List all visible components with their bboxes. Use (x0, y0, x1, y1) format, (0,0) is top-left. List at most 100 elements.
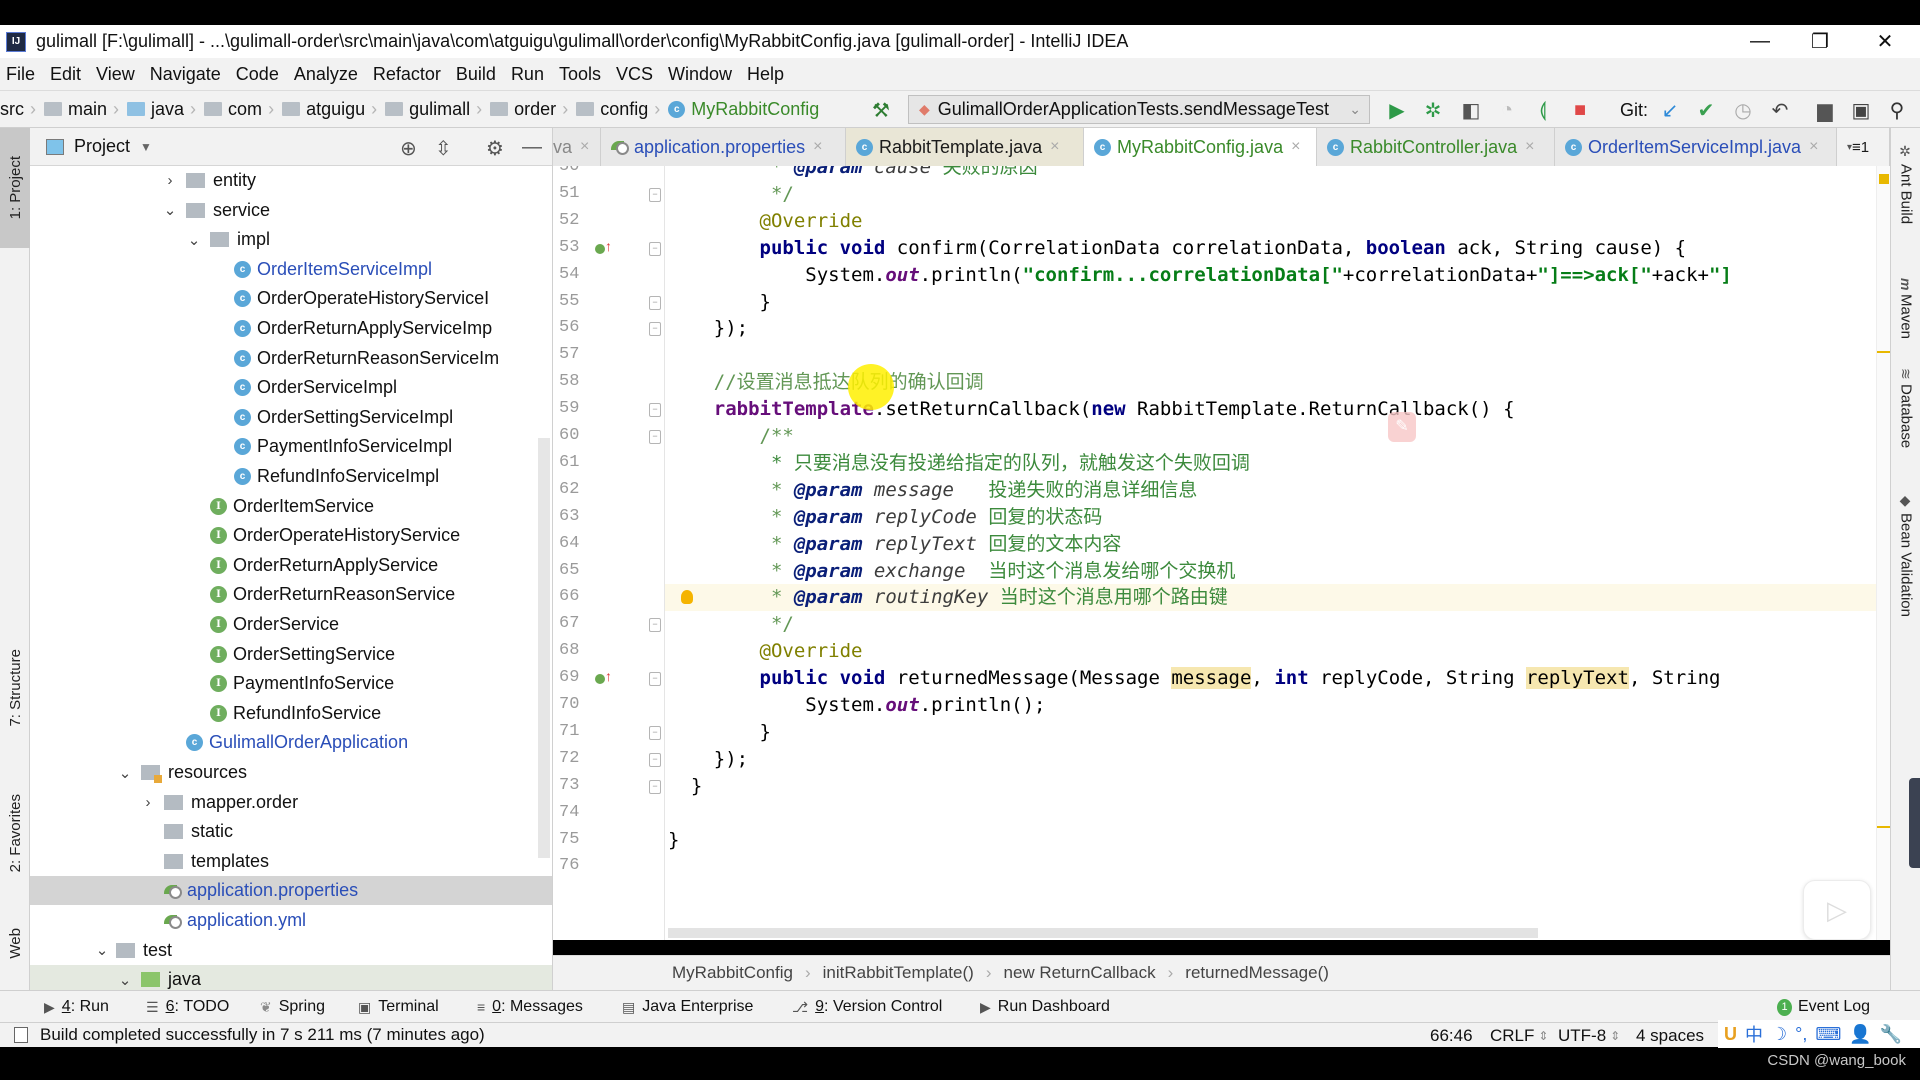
ime-keyboard-icon[interactable]: ⌨ (1815, 1024, 1841, 1045)
tree-item[interactable]: › entity (30, 166, 552, 195)
tool-window-terminal[interactable]: ▣ Terminal (358, 991, 439, 1023)
breadcrumb-com[interactable]: com (228, 99, 262, 120)
gear-icon[interactable]: ⚙ (486, 136, 504, 161)
tab-application-properties[interactable]: application.properties × (601, 128, 846, 166)
line-number[interactable]: 72 (559, 749, 589, 768)
code-line[interactable]: */ (553, 181, 1890, 208)
line-number[interactable]: 75 (559, 830, 589, 849)
tabs-overflow-button[interactable]: ▾ ≡1 (1837, 128, 1890, 166)
line-number[interactable]: 69 (559, 668, 589, 687)
run-anything-icon[interactable]: ▣ (1848, 97, 1874, 123)
close-icon[interactable]: × (1291, 138, 1300, 156)
tool-tab-project[interactable]: 1: Project (0, 128, 30, 248)
tool-tab-maven[interactable]: m Maven (1891, 278, 1920, 339)
git-commit-icon[interactable]: ✔ (1693, 97, 1719, 123)
locate-file-icon[interactable]: ⊕ (400, 136, 417, 161)
tree-item[interactable]: application.yml (30, 906, 552, 935)
tree-item[interactable]: I OrderService (30, 610, 552, 639)
close-icon[interactable]: × (1809, 138, 1818, 156)
code-line[interactable]: //设置消息抵达队列的确认回调 (553, 369, 1890, 396)
chevron-down-icon[interactable]: ⌄ (117, 764, 133, 782)
chevron-down-icon[interactable]: ⌄ (94, 941, 110, 959)
tree-item[interactable]: c PaymentInfoServiceImpl (30, 432, 552, 461)
menu-file[interactable]: File (6, 64, 35, 85)
debug-icon[interactable]: ✲ (1420, 97, 1446, 123)
chevron-down-icon[interactable]: ⌄ (162, 201, 178, 219)
menu-window[interactable]: Window (668, 64, 732, 85)
line-number[interactable]: 68 (559, 641, 589, 660)
breadcrumb-config[interactable]: config (600, 99, 648, 120)
breadcrumb-java[interactable]: java (151, 99, 184, 120)
git-update-icon[interactable]: ↙ (1657, 97, 1683, 123)
menu-vcs[interactable]: VCS (616, 64, 653, 85)
fold-toggle-icon[interactable]: − (649, 241, 661, 256)
code-line[interactable]: public void returnedMessage(Message mess… (553, 665, 1890, 692)
close-icon[interactable]: × (1050, 138, 1059, 156)
code-line[interactable]: * 只要消息没有投递给指定的队列，就触发这个失败回调 (553, 450, 1890, 477)
editor-scrollbar[interactable] (1876, 166, 1890, 940)
tool-tab-structure[interactable]: 7: Structure (0, 628, 30, 748)
tree-item[interactable]: I RefundInfoService (30, 699, 552, 728)
status-message[interactable]: Build completed successfully in 7 s 211 … (40, 1025, 485, 1045)
code-line[interactable]: * @param routingKey 当时这个消息用哪个路由键 (553, 584, 1890, 612)
fold-toggle-icon[interactable]: − (649, 322, 661, 337)
tool-window-version-control[interactable]: ⎇ 9: Version Control (792, 991, 942, 1023)
menu-refactor[interactable]: Refactor (373, 64, 441, 85)
line-number[interactable]: 70 (559, 695, 589, 714)
line-number[interactable]: 76 (559, 856, 589, 875)
fold-toggle-icon[interactable]: − (649, 672, 661, 687)
line-number[interactable]: 71 (559, 722, 589, 741)
line-number[interactable]: 53 (559, 238, 589, 257)
line-number[interactable]: 51 (559, 184, 589, 203)
tree-item[interactable]: templates (30, 847, 552, 876)
tree-item[interactable]: ⌄ service (30, 196, 552, 225)
tree-item[interactable]: c OrderOperateHistoryServiceI (30, 284, 552, 313)
implements-method-icon[interactable] (595, 668, 612, 685)
close-button[interactable]: ✕ (1855, 25, 1915, 58)
tree-item[interactable]: ⌄ resources (30, 758, 552, 787)
fold-toggle-icon[interactable]: − (649, 187, 661, 202)
code-line[interactable] (553, 853, 1890, 880)
menu-view[interactable]: View (96, 64, 135, 85)
build-hammer-icon[interactable]: ⚒ (868, 97, 894, 123)
tree-item[interactable]: I OrderSettingService (30, 640, 552, 669)
chevron-down-icon[interactable]: ⌄ (186, 231, 202, 249)
tree-item[interactable]: I OrderItemService (30, 492, 552, 521)
stop-icon[interactable]: ■ (1567, 97, 1593, 123)
line-number[interactable]: 64 (559, 534, 589, 553)
git-history-icon[interactable]: ◷ (1730, 97, 1756, 123)
line-number[interactable]: 74 (559, 803, 589, 822)
maximize-button[interactable]: ❐ (1790, 25, 1850, 58)
tab-rabbittemplate[interactable]: c RabbitTemplate.java × (846, 128, 1084, 166)
tab-rabbitcontroller[interactable]: c RabbitController.java × (1317, 128, 1555, 166)
tool-tab-web[interactable]: Web (0, 908, 30, 978)
tab-myrabbitconfig[interactable]: c MyRabbitConfig.java × (1084, 128, 1317, 166)
tool-tab-ant-build[interactable]: ✲ Ant Build (1891, 144, 1920, 224)
tool-window-run-dashboard[interactable]: ▶ Run Dashboard (980, 991, 1110, 1023)
breadcrumb-main[interactable]: main (68, 99, 107, 120)
encoding-select[interactable]: UTF-8 ⇕ (1558, 1023, 1620, 1048)
tree-item[interactable]: c OrderServiceImpl (30, 373, 552, 402)
ime-logo-icon[interactable]: U (1724, 1024, 1737, 1045)
tree-item[interactable]: application.properties (30, 876, 552, 906)
event-log-button[interactable]: 1 Event Log (1777, 991, 1870, 1023)
intention-bulb-icon[interactable] (681, 590, 693, 605)
code-line[interactable]: System.out.println("confirm...correlatio… (553, 262, 1890, 289)
ime-settings-icon[interactable]: 🔧 (1880, 1024, 1902, 1045)
status-toggle-icon[interactable] (14, 1027, 28, 1043)
code-line[interactable]: } (553, 827, 1890, 854)
project-view-select[interactable]: Project (74, 136, 130, 157)
tree-item[interactable]: ⌄ impl (30, 225, 552, 254)
chevron-down-icon[interactable]: ▼ (140, 140, 152, 154)
tab-partial[interactable]: va × (553, 128, 601, 166)
fold-toggle-icon[interactable]: − (649, 403, 661, 418)
ime-chinese-mode[interactable]: 中 (1745, 1021, 1763, 1047)
caret-position[interactable]: 66:46 (1430, 1023, 1473, 1048)
breadcrumb-gulimall[interactable]: gulimall (409, 99, 470, 120)
tool-window-run[interactable]: ▶ 4: Run (44, 991, 109, 1023)
code-line[interactable]: }); (553, 746, 1890, 773)
tree-item[interactable]: I PaymentInfoService (30, 669, 552, 698)
chevron-right-icon[interactable]: › (140, 794, 156, 811)
code-line[interactable]: @Override (553, 208, 1890, 235)
line-number[interactable]: 52 (559, 211, 589, 230)
